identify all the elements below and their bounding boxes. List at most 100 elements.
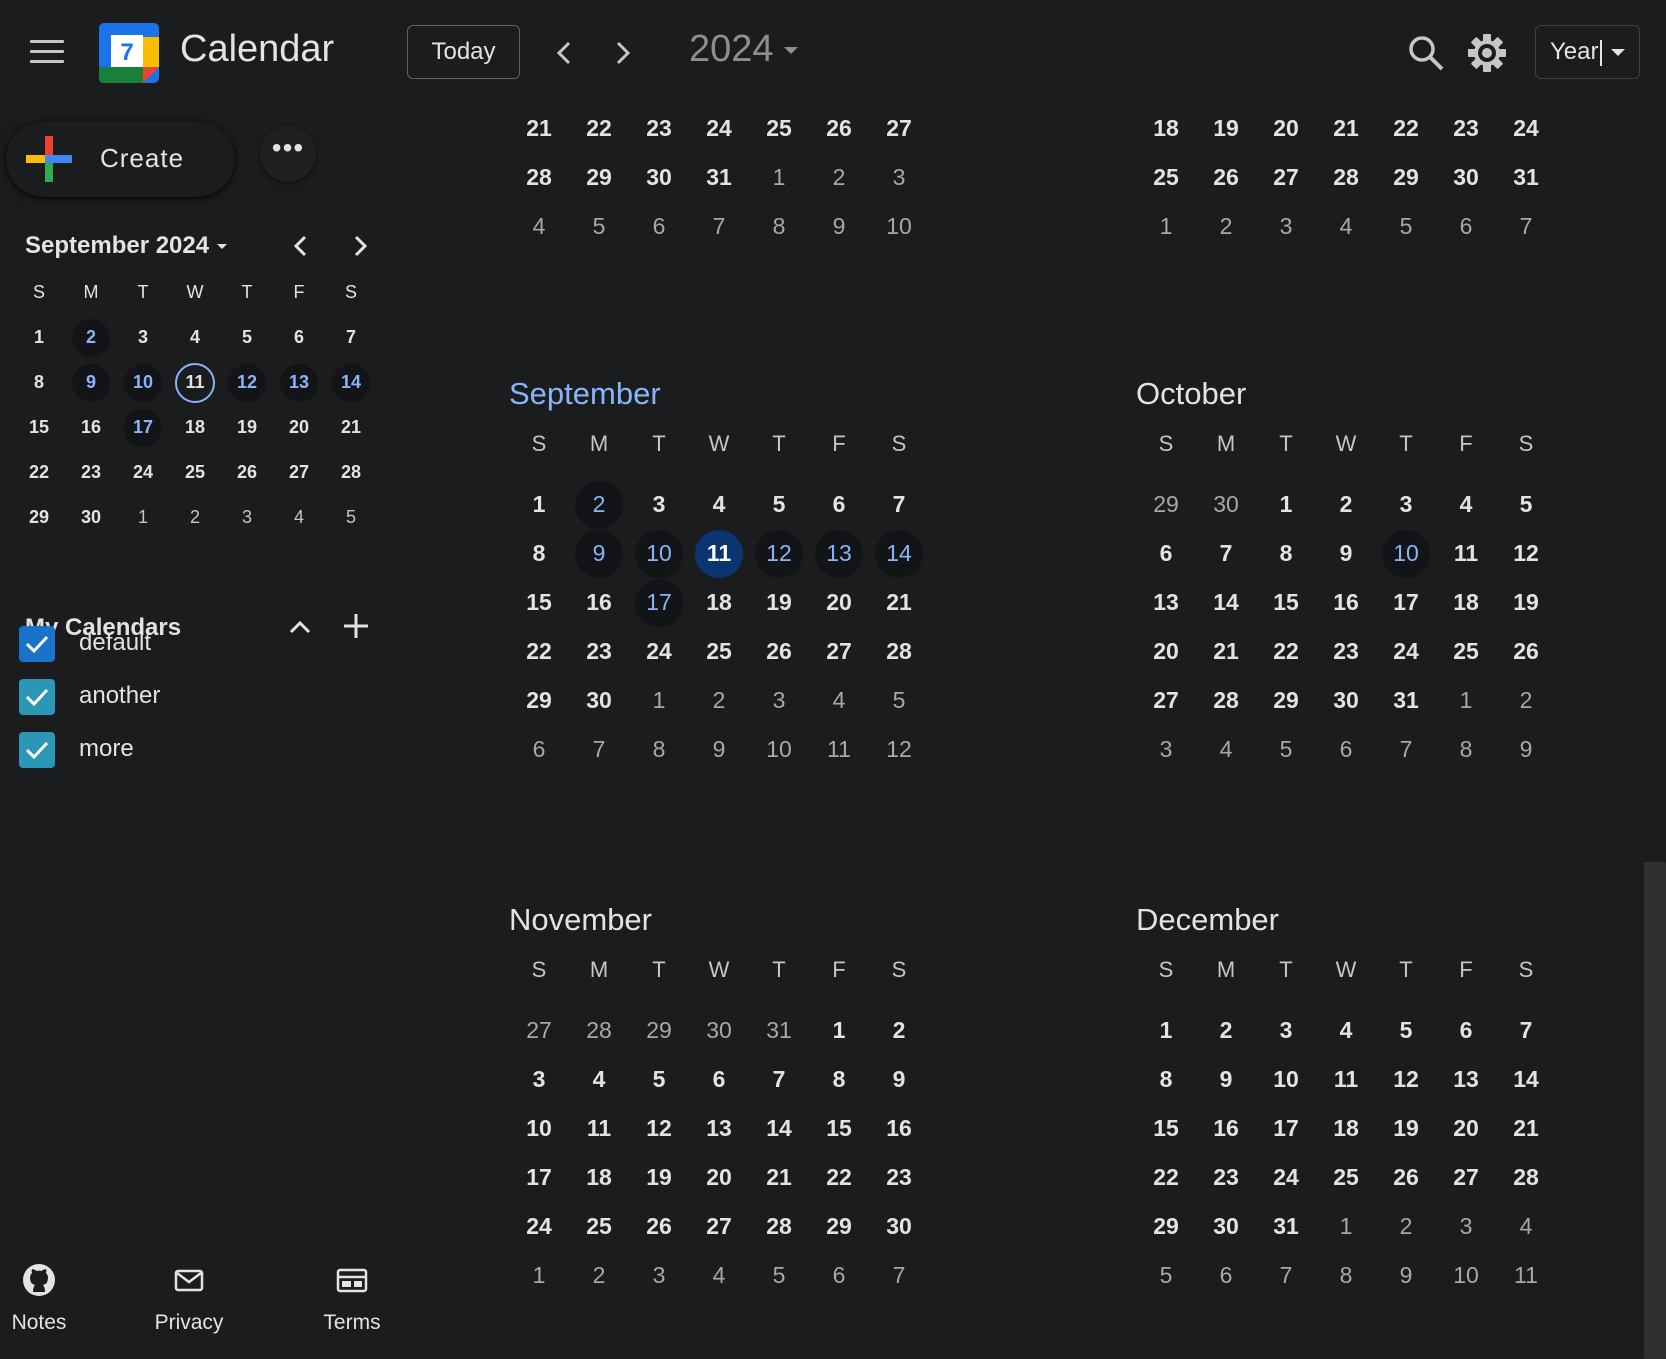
day-cell[interactable]: 12: [1376, 1055, 1436, 1104]
day-cell[interactable]: 4: [509, 202, 569, 251]
day-cell[interactable]: 1: [509, 480, 569, 529]
day-cell[interactable]: 24: [689, 104, 749, 153]
day-cell[interactable]: 26: [629, 1202, 689, 1251]
day-cell[interactable]: 17: [1256, 1104, 1316, 1153]
day-cell[interactable]: 28: [1496, 1153, 1556, 1202]
day-cell[interactable]: 11: [1496, 1251, 1556, 1300]
day-cell[interactable]: 9: [1496, 725, 1556, 774]
day-cell[interactable]: 15: [809, 1104, 869, 1153]
day-cell[interactable]: 18: [1316, 1104, 1376, 1153]
day-cell[interactable]: 21: [749, 1153, 809, 1202]
day-cell[interactable]: 7: [569, 725, 629, 774]
next-year-icon[interactable]: [607, 36, 637, 70]
day-cell[interactable]: 29: [1376, 153, 1436, 202]
day-cell[interactable]: 20: [1436, 1104, 1496, 1153]
day-cell[interactable]: 25: [569, 1202, 629, 1251]
day-cell[interactable]: 9: [1376, 1251, 1436, 1300]
day-cell[interactable]: 2: [569, 1251, 629, 1300]
day-cell[interactable]: 25: [1136, 153, 1196, 202]
day-cell[interactable]: 12: [1496, 529, 1556, 578]
day-cell[interactable]: 18: [569, 1153, 629, 1202]
mini-day[interactable]: 13: [273, 360, 325, 405]
day-cell[interactable]: 2: [1196, 1006, 1256, 1055]
day-cell[interactable]: 30: [629, 153, 689, 202]
day-cell[interactable]: 18: [1136, 104, 1196, 153]
day-cell[interactable]: 5: [1136, 1251, 1196, 1300]
day-cell[interactable]: 4: [1496, 1202, 1556, 1251]
mini-day[interactable]: 19: [221, 405, 273, 450]
day-cell[interactable]: 7: [689, 202, 749, 251]
day-cell[interactable]: 19: [629, 1153, 689, 1202]
day-cell[interactable]: 13: [689, 1104, 749, 1153]
mini-calendar-title[interactable]: September 2024: [25, 232, 228, 260]
mini-previous-month-icon[interactable]: [288, 232, 314, 260]
day-cell[interactable]: 5: [569, 202, 629, 251]
day-cell[interactable]: 12: [749, 529, 809, 578]
day-cell[interactable]: 22: [809, 1153, 869, 1202]
mini-day[interactable]: 24: [117, 450, 169, 495]
day-cell[interactable]: 22: [569, 104, 629, 153]
month-title[interactable]: October: [1136, 376, 1246, 412]
day-cell[interactable]: 11: [569, 1104, 629, 1153]
day-cell[interactable]: 8: [809, 1055, 869, 1104]
day-cell[interactable]: 25: [1436, 627, 1496, 676]
day-cell[interactable]: 30: [869, 1202, 929, 1251]
day-cell[interactable]: 22: [1136, 1153, 1196, 1202]
day-cell[interactable]: 6: [629, 202, 689, 251]
day-cell[interactable]: 18: [1436, 578, 1496, 627]
day-cell[interactable]: 23: [1436, 104, 1496, 153]
day-cell[interactable]: 25: [689, 627, 749, 676]
day-cell[interactable]: 24: [1496, 104, 1556, 153]
mini-day[interactable]: 28: [325, 450, 377, 495]
day-cell[interactable]: 19: [1196, 104, 1256, 153]
day-cell[interactable]: 7: [1256, 1251, 1316, 1300]
day-cell[interactable]: 4: [1436, 480, 1496, 529]
day-cell[interactable]: 7: [749, 1055, 809, 1104]
day-cell[interactable]: 4: [809, 676, 869, 725]
day-cell[interactable]: 21: [1496, 1104, 1556, 1153]
day-cell[interactable]: 1: [1136, 202, 1196, 251]
day-cell[interactable]: 4: [689, 1251, 749, 1300]
day-cell[interactable]: 25: [749, 104, 809, 153]
day-cell[interactable]: 11: [1316, 1055, 1376, 1104]
day-cell[interactable]: 24: [1256, 1153, 1316, 1202]
mini-day[interactable]: 3: [221, 495, 273, 540]
day-cell[interactable]: 1: [629, 676, 689, 725]
day-cell[interactable]: 10: [509, 1104, 569, 1153]
day-cell[interactable]: 14: [1196, 578, 1256, 627]
day-cell[interactable]: 26: [749, 627, 809, 676]
day-cell[interactable]: 28: [1316, 153, 1376, 202]
day-cell[interactable]: 5: [629, 1055, 689, 1104]
day-cell[interactable]: 5: [749, 480, 809, 529]
mini-day[interactable]: 6: [273, 315, 325, 360]
mini-next-month-icon[interactable]: [347, 232, 373, 260]
day-cell[interactable]: 21: [1316, 104, 1376, 153]
day-cell[interactable]: 1: [1316, 1202, 1376, 1251]
day-cell[interactable]: 15: [509, 578, 569, 627]
day-cell[interactable]: 23: [1316, 627, 1376, 676]
day-cell[interactable]: 16: [1316, 578, 1376, 627]
mini-day[interactable]: 21: [325, 405, 377, 450]
gear-icon[interactable]: [1467, 33, 1507, 73]
mini-day[interactable]: 1: [13, 315, 65, 360]
mini-day[interactable]: 4: [273, 495, 325, 540]
day-cell[interactable]: 9: [569, 529, 629, 578]
day-cell[interactable]: 1: [749, 153, 809, 202]
day-cell[interactable]: 14: [869, 529, 929, 578]
day-cell[interactable]: 26: [809, 104, 869, 153]
day-cell[interactable]: 30: [689, 1006, 749, 1055]
day-cell[interactable]: 23: [869, 1153, 929, 1202]
day-cell[interactable]: 23: [1196, 1153, 1256, 1202]
mini-day[interactable]: 15: [13, 405, 65, 450]
mini-day[interactable]: 20: [273, 405, 325, 450]
day-cell[interactable]: 3: [509, 1055, 569, 1104]
day-cell[interactable]: 8: [1136, 1055, 1196, 1104]
footer-link-notes[interactable]: Notes: [0, 1263, 94, 1335]
mini-day[interactable]: 23: [65, 450, 117, 495]
day-cell[interactable]: 28: [569, 1006, 629, 1055]
day-cell[interactable]: 10: [629, 529, 689, 578]
day-cell[interactable]: 16: [1196, 1104, 1256, 1153]
day-cell[interactable]: 8: [749, 202, 809, 251]
day-cell[interactable]: 29: [1256, 676, 1316, 725]
day-cell[interactable]: 10: [869, 202, 929, 251]
